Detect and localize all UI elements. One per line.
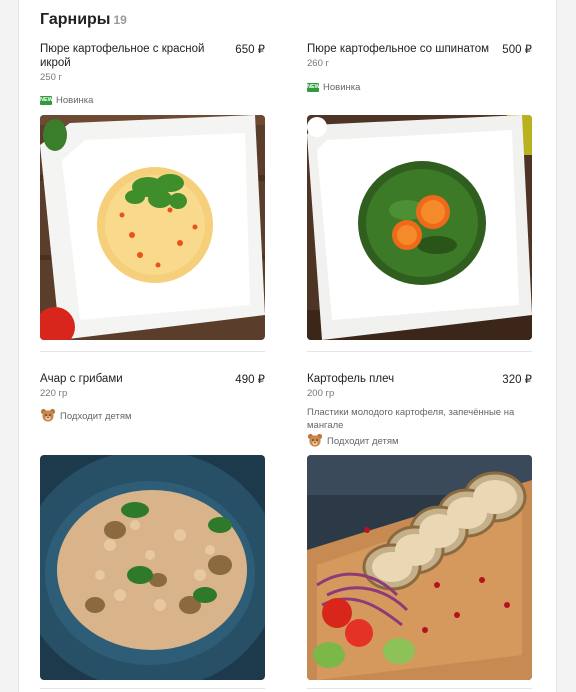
menu-item-weight: 220 гр	[40, 388, 68, 399]
bear-icon	[307, 433, 323, 450]
menu-item-header: Пюре картофельное с красной икрой 650 ₽ …	[40, 42, 265, 83]
menu-item-price: 490 ₽	[235, 374, 265, 386]
menu-item-header: Пюре картофельное со шпинатом 500 ₽ 260 …	[307, 42, 532, 69]
menu-item-tag: NEW Новинка	[307, 82, 360, 93]
menu-item-photo[interactable]	[307, 455, 532, 680]
mashed-potato-with-red-caviar-photo	[40, 115, 265, 340]
bear-icon	[40, 408, 56, 425]
menu-item-weight: 200 гр	[307, 388, 335, 399]
divider	[307, 351, 532, 352]
menu-item-tag: NEW Новинка	[40, 95, 93, 106]
menu-item-tag-label: Подходит детям	[327, 436, 399, 447]
divider	[307, 688, 532, 689]
mashed-potato-with-spinach-photo	[307, 115, 532, 340]
grilled-potato-slices-photo	[307, 455, 532, 680]
menu-item-price: 320 ₽	[502, 374, 532, 386]
divider	[40, 688, 265, 689]
menu-item-card[interactable]: Ачар с грибами 490 ₽ 220 гр	[40, 372, 265, 399]
menu-item-price: 500 ₽	[502, 44, 532, 56]
section-count: 19	[113, 13, 127, 27]
menu-item-card[interactable]: Пюре картофельное со шпинатом 500 ₽ 260 …	[307, 42, 532, 69]
menu-item-tag: Подходит детям	[40, 408, 132, 425]
new-badge-icon: NEW	[307, 83, 320, 92]
divider	[40, 351, 265, 352]
menu-item-header: Картофель плеч 320 ₽ 200 гр Пластики мол…	[307, 372, 532, 432]
new-badge-icon: NEW	[40, 96, 53, 105]
menu-item-photo[interactable]	[40, 115, 265, 340]
achar-with-mushrooms-photo	[40, 455, 265, 680]
menu-item-price: 650 ₽	[235, 44, 265, 56]
menu-item-name[interactable]: Пюре картофельное со шпинатом	[307, 42, 497, 56]
menu-item-tag-label: Подходит детям	[60, 411, 132, 422]
menu-item-weight: 260 г	[307, 58, 329, 69]
menu-item-header: Ачар с грибами 490 ₽ 220 гр	[40, 372, 265, 399]
menu-item-weight: 250 г	[40, 72, 62, 83]
menu-item-photo[interactable]	[40, 455, 265, 680]
menu-item-tag-label: Новинка	[323, 82, 361, 93]
section-title: Гарниры 19	[40, 11, 127, 29]
menu-item-card[interactable]: Пюре картофельное с красной икрой 650 ₽ …	[40, 42, 265, 83]
menu-item-tag-label: Новинка	[56, 95, 94, 106]
menu-item-description: Пластики молодого картофеля, запечённые …	[307, 407, 515, 431]
section-title-text: Гарниры	[40, 11, 111, 28]
menu-item-card[interactable]: Картофель плеч 320 ₽ 200 гр Пластики мол…	[307, 372, 532, 432]
menu-item-photo[interactable]	[307, 115, 532, 340]
menu-item-tag: Подходит детям	[307, 433, 399, 450]
menu-item-name[interactable]: Ачар с грибами	[40, 372, 208, 386]
menu-item-name[interactable]: Пюре картофельное с красной икрой	[40, 42, 208, 70]
menu-item-name[interactable]: Картофель плеч	[307, 372, 475, 386]
